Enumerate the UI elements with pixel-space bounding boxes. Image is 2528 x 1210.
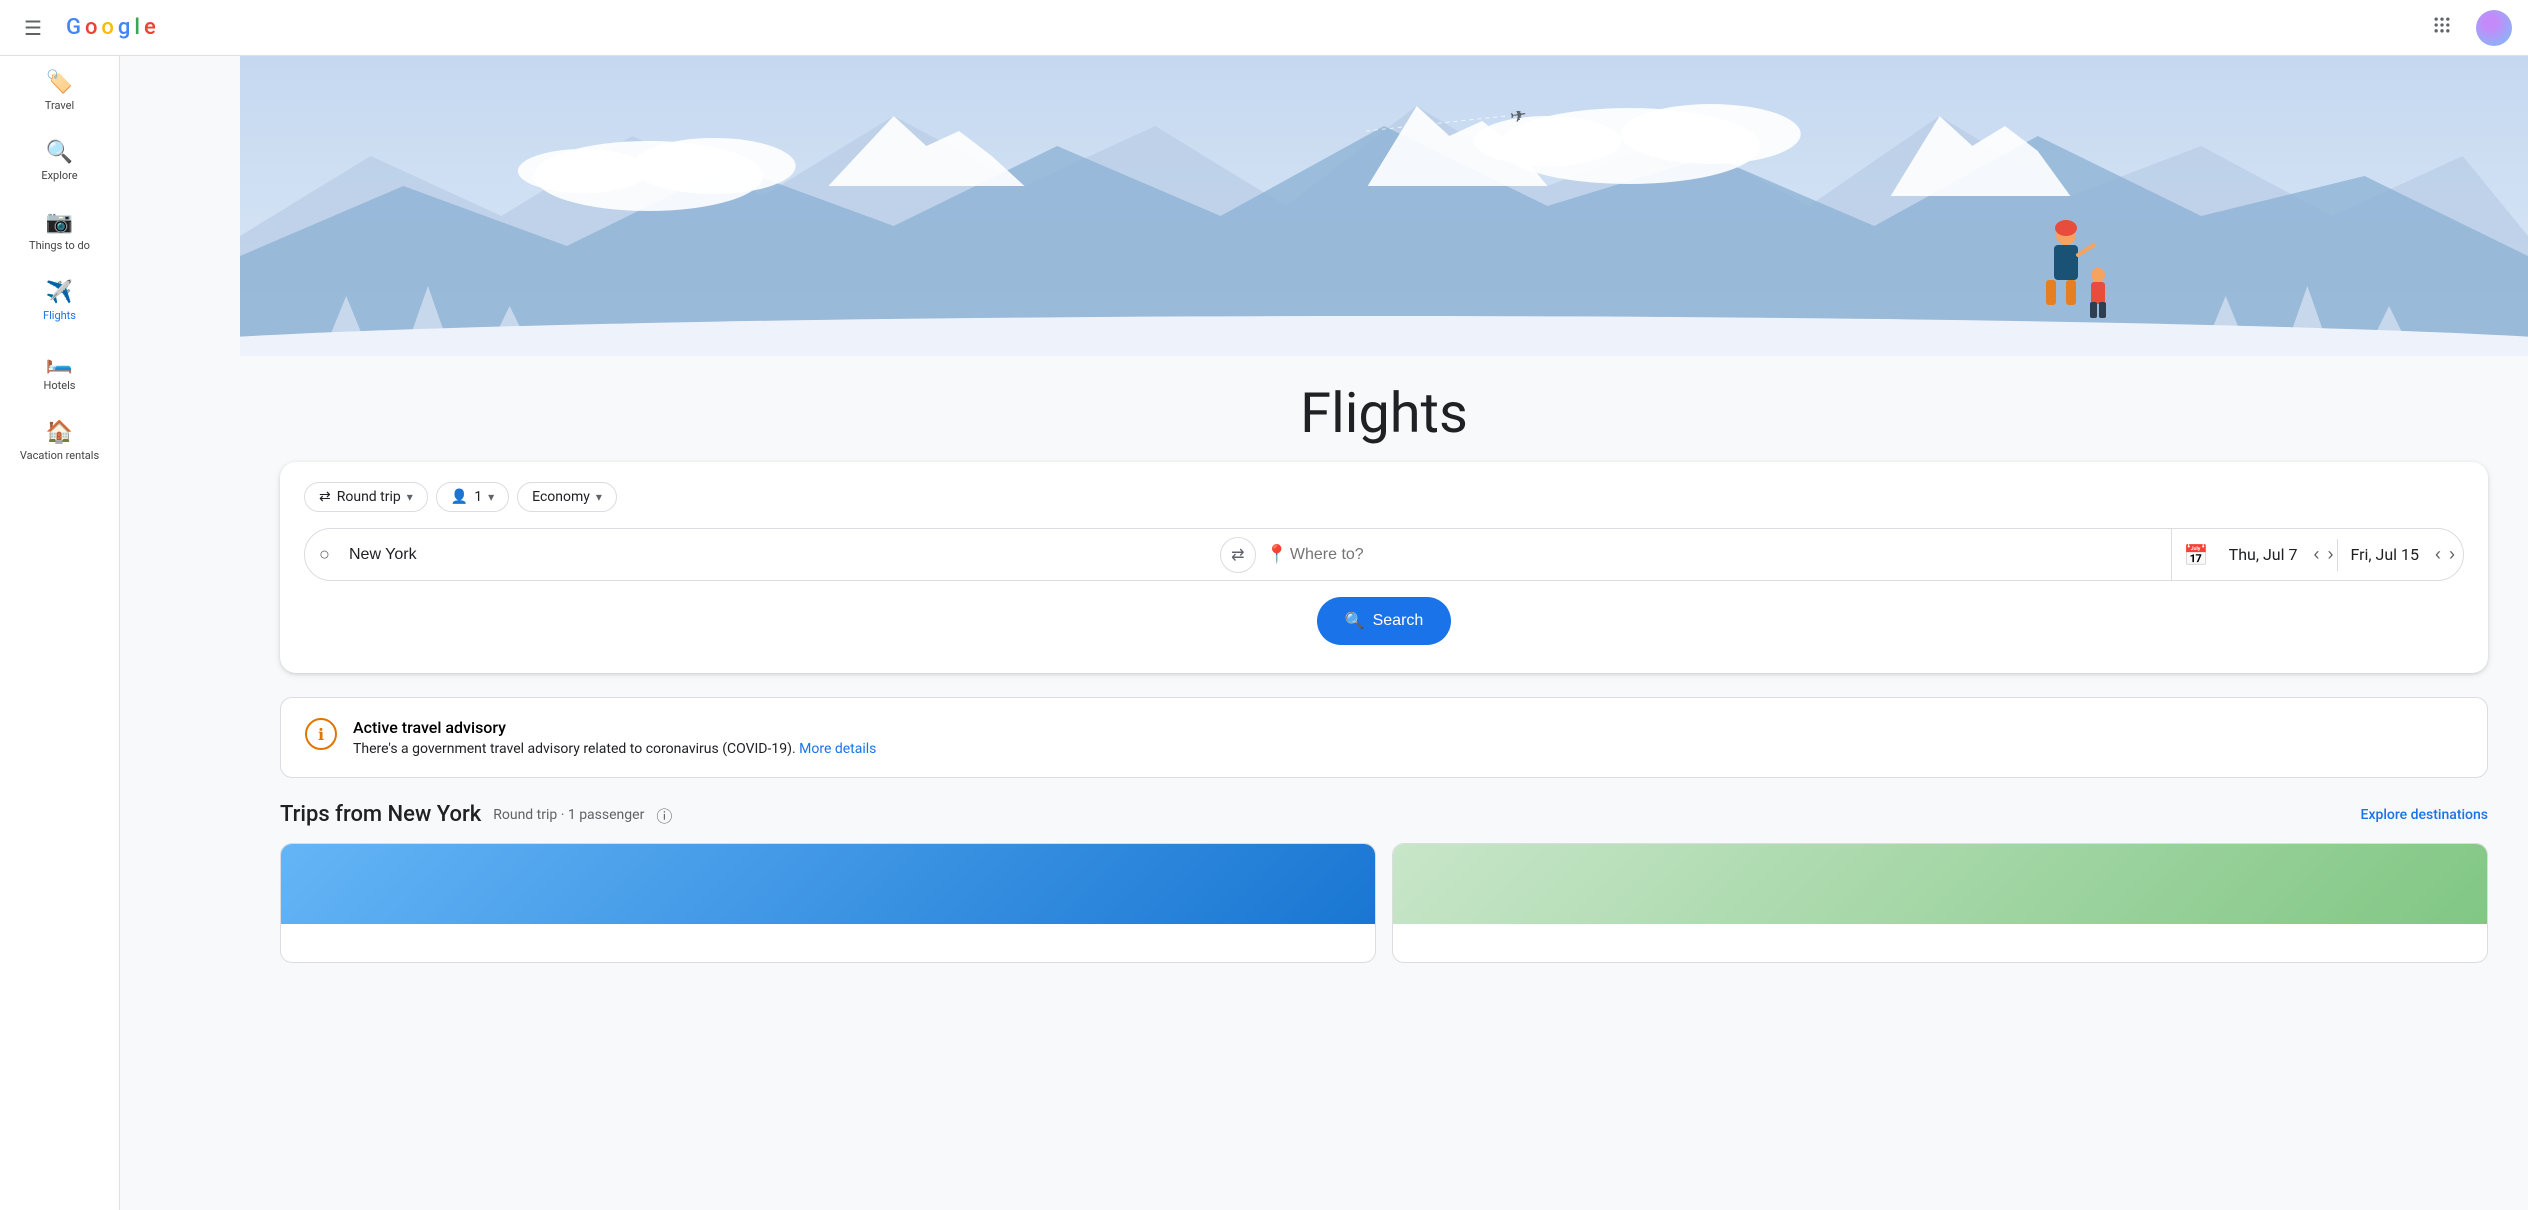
trip-cards — [280, 843, 2488, 963]
sidebar-item-explore[interactable]: 🔍 Explore — [0, 130, 119, 192]
departure-date-next[interactable]: › — [2323, 540, 2337, 569]
main-content: ✈ Flights — [240, 56, 2528, 1210]
sidebar-label-flights: Flights — [43, 309, 76, 322]
cabin-class-chevron: ▾ — [596, 490, 602, 504]
explore-destinations-link[interactable]: Explore destinations — [2361, 807, 2488, 823]
advisory-description: There's a government travel advisory rel… — [353, 741, 796, 757]
return-date-prev[interactable]: ‹ — [2431, 540, 2445, 569]
sidebar-label-vacation-rentals: Vacation rentals — [20, 449, 99, 462]
passengers-selector[interactable]: 👤 1 ▾ — [436, 482, 509, 512]
trip-type-label: Round trip — [337, 489, 401, 505]
sidebar-label-hotels: Hotels — [44, 379, 76, 392]
cabin-class-selector[interactable]: Economy ▾ — [517, 482, 617, 512]
svg-text:✈: ✈ — [1508, 111, 1528, 128]
sidebar-label-explore: Explore — [41, 169, 77, 182]
sidebar: 🏷️ Travel 🔍 Explore 📷 Things to do ✈️ Fl… — [0, 0, 120, 1210]
sidebar-item-vacation-rentals[interactable]: 🏠 Vacation rentals — [0, 410, 119, 472]
date-group: 📅 Thu, Jul 7 ‹ › Fri, Jul 15 ‹ › — [2171, 529, 2463, 580]
advisory-content: Active travel advisory There's a governm… — [353, 718, 876, 757]
apps-icon[interactable] — [2424, 7, 2460, 48]
swap-icon: ⇄ — [1231, 545, 1244, 565]
trips-section: Trips from New York Round trip · 1 passe… — [280, 802, 2488, 963]
trips-info-icon[interactable]: ⓘ — [656, 803, 672, 827]
hotels-icon: 🛏️ — [46, 350, 73, 375]
return-date-field[interactable]: Fri, Jul 15 — [2338, 529, 2431, 580]
airplane-trail: ✈ — [1366, 111, 1546, 151]
trips-title: Trips from New York — [280, 802, 481, 827]
destination-input[interactable] — [1238, 530, 2171, 580]
return-date-next[interactable]: › — [2445, 540, 2459, 569]
trip-type-chevron: ▾ — [407, 490, 413, 504]
sidebar-label-travel: Travel — [45, 99, 74, 112]
search-options: ⇄ Round trip ▾ 👤 1 ▾ Economy ▾ — [304, 482, 2464, 512]
sidebar-item-things-to-do[interactable]: 📷 Things to do — [0, 200, 119, 262]
topbar-right — [2424, 7, 2512, 48]
explore-icon: 🔍 — [46, 140, 73, 165]
sidebar-label-things-to-do: Things to do — [29, 239, 90, 252]
trips-subtitle: Round trip · 1 passenger — [493, 807, 644, 823]
search-icon: 🔍 — [1345, 611, 1365, 631]
search-button[interactable]: 🔍 Search — [1317, 597, 1452, 645]
search-inputs: ○ New York ⇄ 📍 📅 Thu, Jul 7 ‹ › — [304, 528, 2464, 581]
advisory-body: There's a government travel advisory rel… — [353, 741, 876, 757]
return-date-label: Fri, Jul 15 — [2350, 545, 2419, 564]
origin-input-group: ○ New York — [305, 530, 1238, 580]
travel-icon: 🏷️ — [46, 70, 73, 95]
topbar: ☰ Google — [0, 0, 2528, 56]
passengers-label: 1 — [474, 489, 482, 505]
departure-date-prev[interactable]: ‹ — [2309, 540, 2323, 569]
destination-pin-icon: 📍 — [1266, 544, 1288, 565]
trip-card-map — [1393, 844, 2487, 924]
page-title: Flights — [240, 380, 2528, 446]
google-logo: Google — [66, 15, 156, 40]
trips-header: Trips from New York Round trip · 1 passe… — [280, 802, 2488, 827]
menu-button[interactable]: ☰ — [16, 8, 50, 48]
travel-advisory: ℹ Active travel advisory There's a gover… — [280, 697, 2488, 778]
cabin-class-label: Economy — [532, 489, 590, 505]
destination-input-group: 📍 — [1238, 530, 2171, 580]
advisory-title: Active travel advisory — [353, 718, 876, 737]
departure-date-field[interactable]: Thu, Jul 7 — [2217, 529, 2310, 580]
person-illustration — [2036, 220, 2116, 336]
swap-button[interactable]: ⇄ — [1220, 537, 1256, 573]
trip-card-1[interactable] — [280, 843, 1376, 963]
calendar-icon: 📅 — [2176, 543, 2217, 567]
vacation-rentals-icon: 🏠 — [46, 420, 73, 445]
search-label: Search — [1373, 612, 1424, 630]
hero-banner: ✈ — [240, 56, 2528, 356]
sidebar-item-travel[interactable]: 🏷️ Travel — [0, 60, 119, 122]
origin-input[interactable]: New York — [305, 530, 1238, 580]
advisory-more-link[interactable]: More details — [799, 741, 876, 757]
advisory-icon: ℹ — [305, 718, 337, 750]
trips-title-group: Trips from New York Round trip · 1 passe… — [280, 802, 672, 827]
departure-date-label: Thu, Jul 7 — [2229, 545, 2298, 564]
flights-icon: ✈️ — [46, 280, 73, 305]
origin-pin-icon: ○ — [319, 544, 330, 565]
trip-card-2[interactable] — [1392, 843, 2488, 963]
passengers-chevron: ▾ — [488, 490, 494, 504]
user-avatar[interactable] — [2476, 10, 2512, 46]
search-button-container: 🔍 Search — [304, 597, 2464, 645]
search-panel: ⇄ Round trip ▾ 👤 1 ▾ Economy ▾ ○ New Yor… — [280, 462, 2488, 673]
sidebar-item-hotels[interactable]: 🛏️ Hotels — [0, 340, 119, 402]
trip-card-photo-1 — [281, 844, 1375, 924]
trip-type-selector[interactable]: ⇄ Round trip ▾ — [304, 482, 428, 512]
sidebar-item-flights[interactable]: ✈️ Flights — [0, 270, 119, 332]
things-to-do-icon: 📷 — [46, 210, 73, 235]
